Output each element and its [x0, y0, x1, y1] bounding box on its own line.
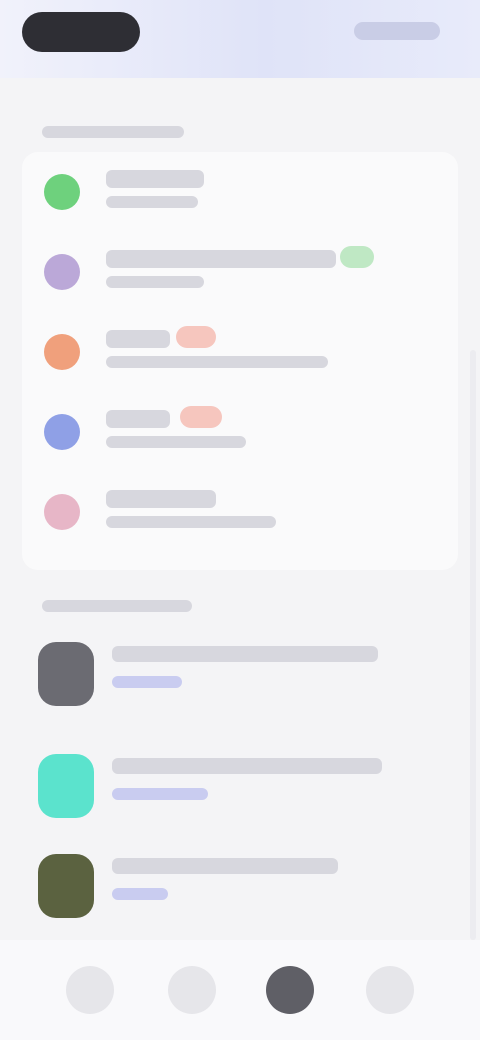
avatar [38, 642, 94, 706]
status-badge [176, 326, 216, 348]
list-item-subtitle [106, 196, 198, 208]
list-item[interactable] [22, 232, 458, 312]
header-action-button[interactable] [354, 22, 440, 40]
list-item-title [106, 490, 216, 508]
leaf-icon [44, 174, 80, 210]
feed-item-link[interactable] [112, 788, 208, 800]
feed-item-link[interactable] [112, 888, 168, 900]
feed-item-title [112, 646, 378, 662]
list-item[interactable] [22, 152, 458, 232]
home-icon[interactable] [66, 966, 114, 1014]
header-title-pill[interactable] [22, 12, 140, 52]
feed-section-label [42, 600, 192, 612]
list-item-subtitle [106, 276, 204, 288]
feed-item-title [112, 758, 382, 774]
drop-icon [44, 414, 80, 450]
feed-item[interactable] [22, 624, 458, 728]
feed-item[interactable] [22, 836, 458, 940]
status-badge [180, 406, 222, 428]
more-icon[interactable] [366, 966, 414, 1014]
compass-icon[interactable] [168, 966, 216, 1014]
list-item[interactable] [22, 392, 458, 472]
status-badge [340, 246, 374, 268]
fire-icon [44, 334, 80, 370]
avatar [38, 754, 94, 818]
top-bar [0, 0, 480, 78]
list-item-subtitle [106, 436, 246, 448]
list-item-subtitle [106, 356, 328, 368]
heart-icon [44, 494, 80, 530]
list-item-subtitle [106, 516, 276, 528]
list-item-title [106, 250, 336, 268]
list-item-title [106, 410, 170, 428]
feed-item-title [112, 858, 338, 874]
feed-item-link[interactable] [112, 676, 182, 688]
apps-section-label [42, 126, 184, 138]
list-item-title [106, 330, 170, 348]
avatar [38, 854, 94, 918]
list-item[interactable] [22, 312, 458, 392]
scrollbar[interactable] [470, 350, 476, 940]
list-item[interactable] [22, 472, 458, 552]
grid-icon [44, 254, 80, 290]
feed-item[interactable] [22, 736, 458, 840]
profile-icon[interactable] [266, 966, 314, 1014]
bottom-tab-bar [0, 940, 480, 1040]
list-item-title [106, 170, 204, 188]
apps-card [22, 152, 458, 570]
